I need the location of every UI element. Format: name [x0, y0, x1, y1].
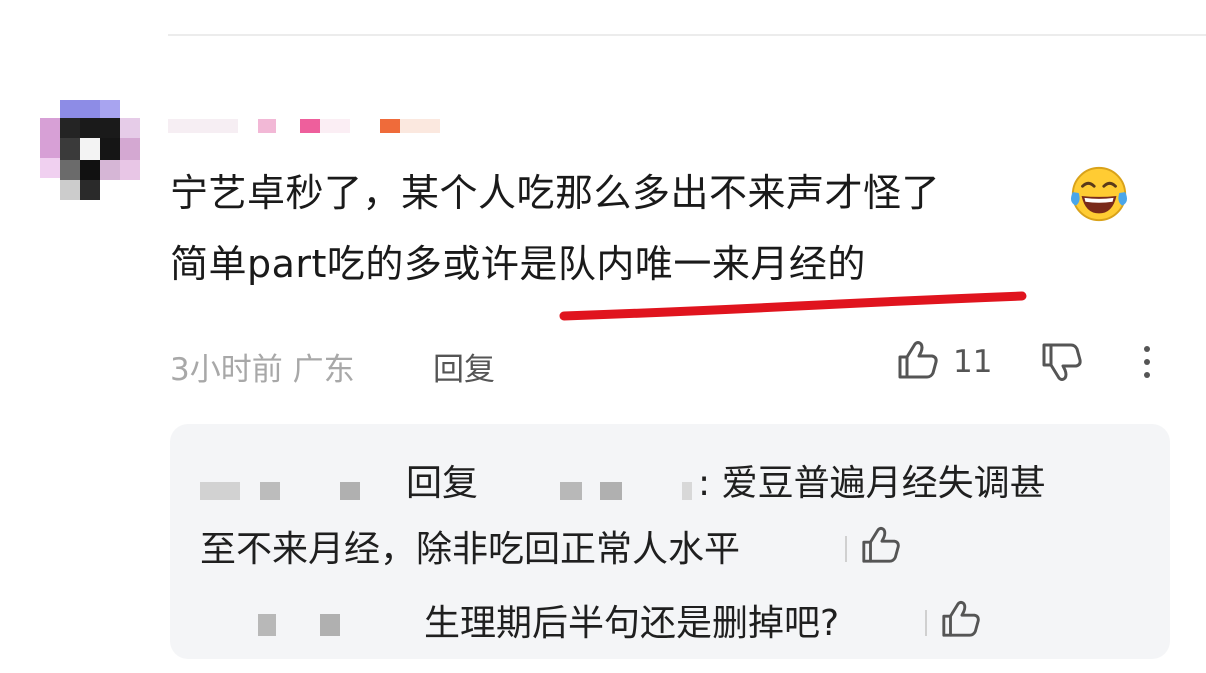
avatar-pixel: [100, 138, 120, 160]
blurred-username-pixel: [200, 482, 240, 500]
thumbs-down-icon[interactable]: [1040, 340, 1084, 384]
avatar-pixel: [40, 158, 60, 178]
replies-box: 回复 : 爱豆普遍月经失调甚 至不来月经，除非吃回正常人水平 生理期后半句还是删…: [170, 424, 1170, 659]
blurred-username-pixel: [320, 614, 340, 636]
avatar-pixel: [80, 118, 120, 138]
blur-pixel: [300, 119, 320, 133]
dot: [1144, 346, 1150, 352]
username-blurred[interactable]: [168, 116, 458, 136]
dot: [1144, 372, 1150, 378]
reply-to-label: 回复: [406, 463, 479, 504]
comment-line-2: 简单part吃的多或许是队内唯一来月经的: [170, 242, 866, 286]
reply1-text-line-1: : 爱豆普遍月经失调甚: [698, 463, 1046, 504]
avatar-pixel: [60, 138, 80, 160]
blurred-username-pixel: [682, 482, 692, 500]
red-highlight-underline: [559, 291, 1027, 321]
avatar-pixel: [100, 100, 120, 118]
avatar[interactable]: [40, 100, 140, 200]
avatar-pixel: [60, 160, 80, 180]
avatar-pixel: [120, 118, 140, 138]
avatar-pixel: [60, 100, 100, 118]
laughing-tears-emoji-icon: [1070, 166, 1128, 222]
comment-line-1: 宁艺卓秒了，某个人吃那么多出不来声才怪了: [170, 171, 941, 215]
reply1-text-line-2: 至不来月经，除非吃回正常人水平: [200, 529, 741, 570]
avatar-pixel: [80, 160, 100, 180]
separator: [925, 610, 927, 636]
blur-pixel: [400, 119, 440, 133]
blurred-username-pixel: [258, 614, 276, 636]
reply2-text: 生理期后半句还是删掉吧?: [424, 603, 840, 644]
blurred-username-pixel: [260, 482, 280, 500]
blurred-username-pixel: [340, 482, 360, 500]
avatar-pixel: [100, 160, 120, 180]
reply-button[interactable]: 回复: [433, 344, 495, 389]
blurred-username-pixel: [560, 482, 582, 500]
avatar-pixel: [60, 180, 80, 200]
thumbs-up-icon[interactable]: [896, 338, 940, 382]
reply1-thumbs-up-icon[interactable]: [860, 524, 902, 566]
avatar-pixel: [80, 138, 100, 160]
comment-time-location: 3小时前 广东: [170, 352, 355, 388]
like-count: 11: [953, 344, 993, 380]
blur-pixel: [168, 119, 238, 133]
avatar-pixel: [120, 160, 140, 180]
comment-thread: 宁艺卓秒了，某个人吃那么多出不来声才怪了 简单part吃的多或许是队内唯一来月经…: [0, 0, 1206, 673]
blurred-username-pixel: [600, 482, 622, 500]
avatar-pixel: [60, 118, 80, 138]
blur-pixel: [258, 119, 276, 133]
avatar-pixel: [80, 180, 100, 200]
dot: [1144, 359, 1150, 365]
avatar-pixel: [40, 118, 60, 158]
more-options-icon[interactable]: [1133, 340, 1161, 384]
blur-pixel: [320, 119, 350, 133]
separator: [845, 536, 847, 562]
divider: [168, 34, 1206, 36]
reply2-thumbs-up-icon[interactable]: [940, 598, 982, 640]
blur-pixel: [380, 119, 400, 133]
avatar-pixel: [120, 138, 140, 160]
